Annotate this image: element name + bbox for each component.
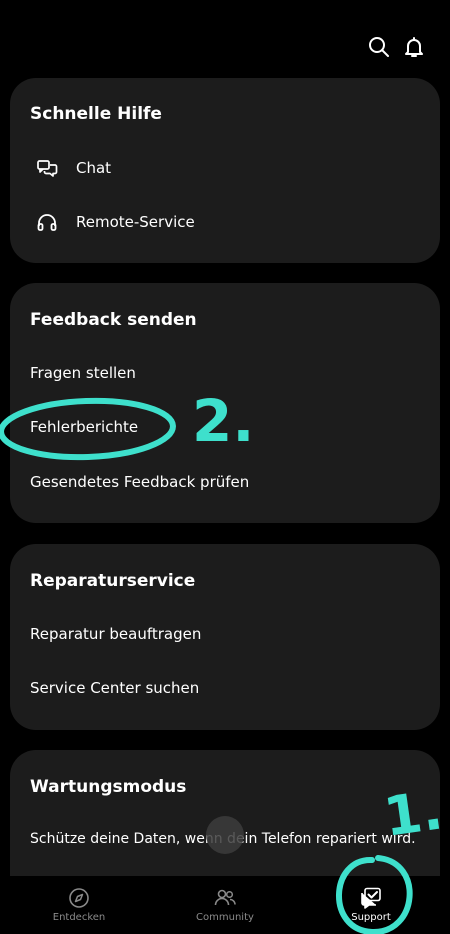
find-service-center-label: Service Center suchen xyxy=(30,679,200,697)
quick-help-card: Schnelle Hilfe Chat Remote-Service xyxy=(10,78,440,263)
maintenance-title: Wartungsmodus xyxy=(30,777,187,797)
feedback-title: Feedback senden xyxy=(30,310,197,330)
nav-support-label: Support xyxy=(351,912,391,923)
ask-questions-label: Fragen stellen xyxy=(30,364,136,382)
chat-item[interactable]: Chat xyxy=(10,148,440,188)
nav-community-label: Community xyxy=(196,912,254,923)
floating-handle[interactable] xyxy=(206,816,244,854)
compass-icon xyxy=(69,888,89,908)
notifications-button[interactable] xyxy=(400,33,428,61)
headset-icon xyxy=(37,214,57,231)
nav-discover[interactable]: Entdecken xyxy=(4,876,154,934)
ask-questions-item[interactable]: Fragen stellen xyxy=(10,353,440,393)
remote-service-label: Remote-Service xyxy=(76,213,195,231)
request-repair-item[interactable]: Reparatur beauftragen xyxy=(10,614,440,654)
search-button[interactable] xyxy=(365,33,393,61)
quick-help-title: Schnelle Hilfe xyxy=(30,104,162,124)
repair-card: Reparaturservice Reparatur beauftragen S… xyxy=(10,544,440,730)
bug-reports-label: Fehlerberichte xyxy=(30,418,139,436)
bug-reports-item[interactable]: Fehlerberichte xyxy=(10,407,440,447)
find-service-center-item[interactable]: Service Center suchen xyxy=(10,668,440,708)
chat-icon xyxy=(37,160,58,177)
top-bar xyxy=(0,0,450,80)
search-icon xyxy=(369,37,389,57)
sent-feedback-item[interactable]: Gesendetes Feedback prüfen xyxy=(10,462,440,502)
request-repair-label: Reparatur beauftragen xyxy=(30,625,202,643)
nav-discover-label: Entdecken xyxy=(52,912,106,923)
bell-icon xyxy=(405,37,423,57)
bottom-nav: Entdecken Community Support xyxy=(0,876,450,934)
repair-title: Reparaturservice xyxy=(30,571,196,591)
nav-support[interactable]: Support xyxy=(296,876,446,934)
feedback-card: Feedback senden Fragen stellen Fehlerber… xyxy=(10,283,440,523)
sent-feedback-label: Gesendetes Feedback prüfen xyxy=(30,473,250,491)
nav-community[interactable]: Community xyxy=(150,876,300,934)
support-icon xyxy=(361,887,381,909)
people-icon xyxy=(214,889,236,906)
remote-service-item[interactable]: Remote-Service xyxy=(10,202,440,242)
chat-label: Chat xyxy=(76,159,112,177)
